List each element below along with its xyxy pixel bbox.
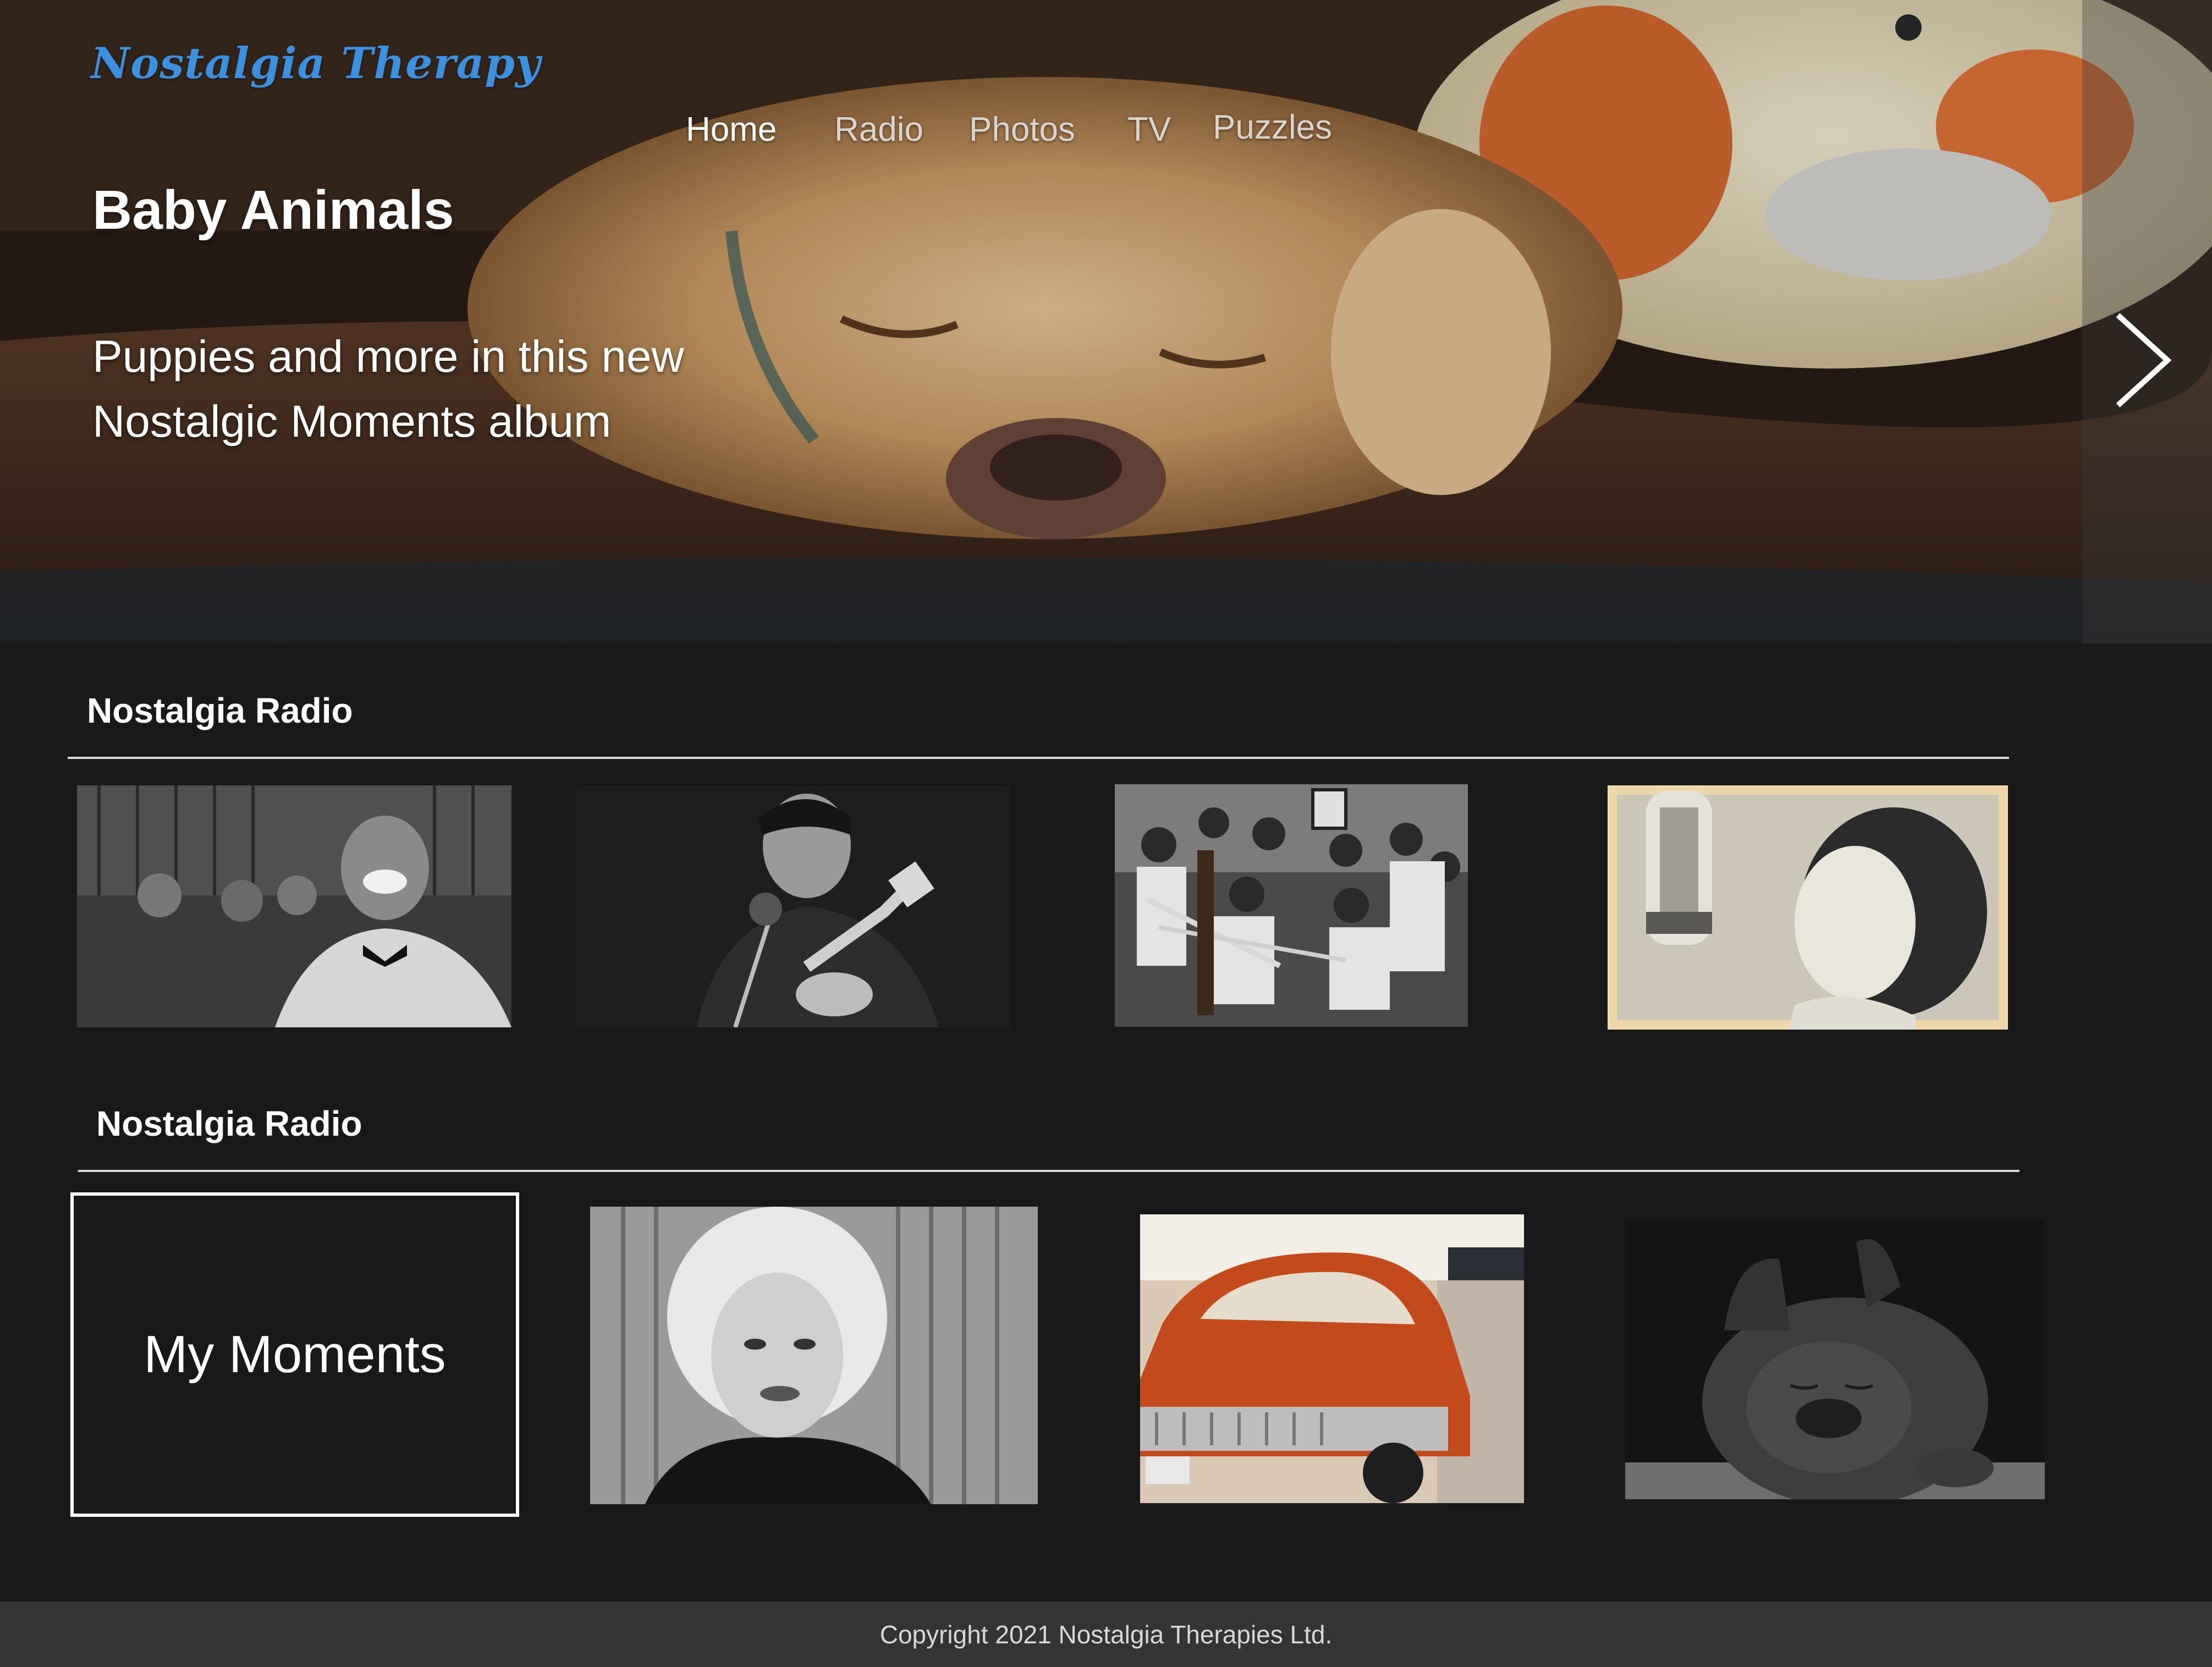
radio-thumbnail-2[interactable] [576,785,1010,1027]
nav-puzzles[interactable]: Puzzles [1213,108,1332,147]
section-divider [68,757,2009,759]
hero-banner: Nostalgia Therapy Home Radio Photos TV P… [0,0,2212,643]
brand-logo[interactable]: Nostalgia Therapy [91,38,541,89]
section-title-radio: Nostalgia Radio [87,691,353,730]
footer: Copyright 2021 Nostalgia Therapies Ltd. [0,1602,2212,1667]
hero-subtitle: Puppies and more in this new Nostalgic M… [92,324,752,454]
nav-tv[interactable]: TV [1127,110,1171,149]
page: Nostalgia Therapy Home Radio Photos TV P… [0,0,2212,1667]
moments-thumbnail-2[interactable] [1140,1214,1524,1503]
guitarist-photo [576,785,1010,1027]
vintage-car-photo [1140,1214,1524,1503]
hero-title: Baby Animals [92,179,454,241]
hero-next-button[interactable] [2082,0,2212,643]
woman-portrait-photo [590,1207,1038,1504]
nav-photos[interactable]: Photos [969,110,1075,149]
singer-photo [77,785,511,1027]
hero-image [0,0,2212,643]
my-moments-label: My Moments [144,1325,446,1384]
copyright-text: Copyright 2021 Nostalgia Therapies Ltd. [879,1620,1333,1649]
moments-thumbnail-3[interactable] [1625,1220,2045,1499]
radio-thumbnail-3[interactable] [1115,784,1468,1027]
my-moments-tile[interactable]: My Moments [70,1192,519,1517]
section-divider-2 [78,1170,2020,1172]
radio-thumbnail-1[interactable] [77,785,511,1027]
moments-thumbnail-1[interactable] [590,1207,1038,1504]
hero-subtitle-line-1: Puppies and more in this new [92,332,684,382]
hero-subtitle-line-2: Nostalgic Moments album [92,397,612,447]
nav-home[interactable]: Home [686,110,777,149]
nav-radio[interactable]: Radio [834,110,923,149]
chevron-right-icon [2116,313,2172,408]
sleeping-bulldog-photo [1625,1220,2045,1499]
radio-thumbnail-4[interactable] [1608,785,2008,1030]
section-title-radio-2: Nostalgia Radio [96,1104,362,1143]
woman-microphone-photo [1608,785,2008,1030]
jazz-band-photo [1115,784,1468,1027]
